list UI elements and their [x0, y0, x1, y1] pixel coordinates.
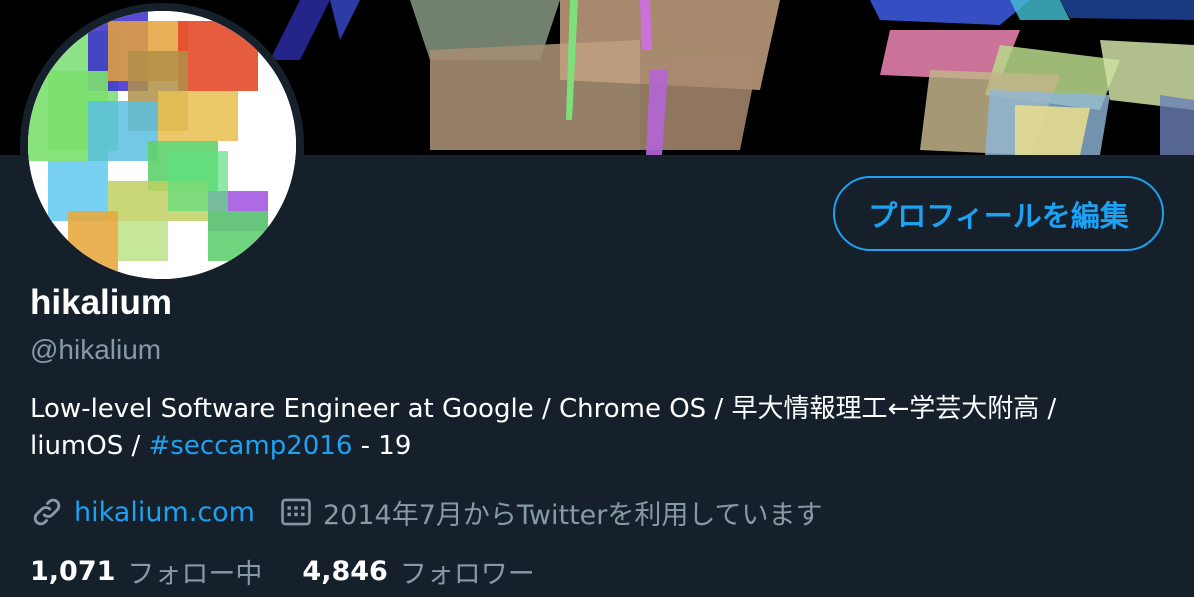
- display-name: hikalium: [30, 283, 172, 322]
- avatar[interactable]: [28, 11, 296, 279]
- calendar-icon: [279, 495, 313, 529]
- joined-date: 2014年7月からTwitterを利用しています: [322, 499, 823, 531]
- followers-label[interactable]: フォロワー: [400, 552, 535, 591]
- website-link[interactable]: hikalium.com: [74, 497, 255, 528]
- bio: Low-level Software Engineer at Google / …: [30, 391, 1170, 465]
- bio-line-1: Low-level Software Engineer at Google / …: [30, 394, 1057, 424]
- bio-text: liumOS /: [30, 431, 149, 461]
- bio-line-2: liumOS / #seccamp2016 - 19: [30, 428, 1170, 465]
- link-icon: [30, 495, 64, 529]
- user-handle: @hikalium: [30, 334, 162, 365]
- bio-text-suffix: - 19: [352, 431, 412, 461]
- followers-count[interactable]: 4,846: [302, 556, 387, 587]
- edit-profile-button[interactable]: プロフィールを編集: [833, 176, 1164, 251]
- follow-stats: 1,071 フォロー中 4,846 フォロワー: [30, 552, 575, 590]
- following-count[interactable]: 1,071: [30, 556, 115, 587]
- hashtag-link[interactable]: #seccamp2016: [149, 431, 353, 461]
- following-label[interactable]: フォロー中: [127, 552, 262, 591]
- profile-meta: hikalium.com 2014年7月からTwitterを利用しています: [30, 492, 823, 532]
